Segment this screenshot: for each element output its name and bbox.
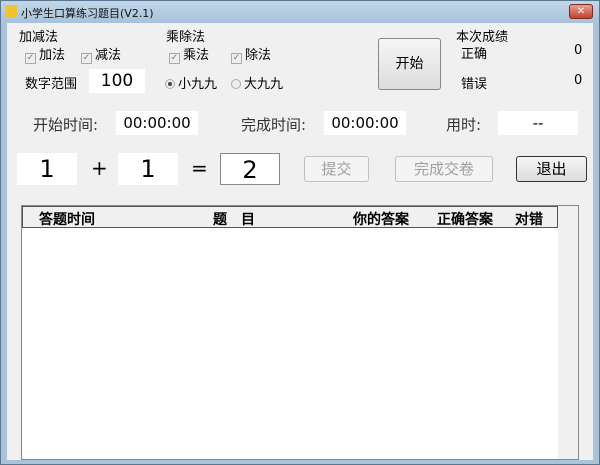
checkbox-icon: ✓ <box>231 53 242 64</box>
col-question: 题 目 <box>213 212 255 228</box>
used-time-field: -- <box>498 111 578 135</box>
start-time-label: 开始时间: <box>33 116 99 134</box>
close-button[interactable]: ✕ <box>569 4 593 19</box>
col-result: 对错 <box>515 212 543 228</box>
div-label: 除法 <box>245 48 272 63</box>
end-time-label: 完成时间: <box>241 116 307 134</box>
submit-button[interactable]: 提交 <box>304 156 369 182</box>
radio-icon <box>165 79 175 89</box>
addsub-label: 加减法 <box>19 30 59 45</box>
app-icon <box>5 5 17 17</box>
finish-button[interactable]: 完成交卷 <box>395 156 493 182</box>
client-area: 加减法 ✓ 加法 ✓ 减法 乘除法 ✓ 乘法 ✓ 除法 数字范围 100 小九九 大九九… <box>7 23 593 460</box>
small-table-label: 小九九 <box>178 77 218 92</box>
equals-sign: = <box>191 156 208 180</box>
scrollbar[interactable] <box>558 206 578 459</box>
list-header: 答题时间 题 目 你的答案 正确答案 对错 <box>22 206 558 228</box>
correct-count: 0 <box>574 43 583 58</box>
muldiv-label: 乘除法 <box>166 30 206 45</box>
add-label: 加法 <box>39 48 66 63</box>
window-title: 小学生口算练习题目(V2.1) <box>21 7 154 20</box>
checkbox-icon: ✓ <box>81 53 92 64</box>
title-bar: 小学生口算练习题目(V2.1) ✕ <box>1 1 599 23</box>
col-correct-answer: 正确答案 <box>437 212 493 228</box>
start-button[interactable]: 开始 <box>378 38 441 90</box>
wrong-count: 0 <box>574 73 583 88</box>
answer-input[interactable]: 2 <box>220 153 280 185</box>
range-input[interactable]: 100 <box>89 69 145 93</box>
col-your-answer: 你的答案 <box>353 212 409 228</box>
checkbox-icon: ✓ <box>169 53 180 64</box>
col-time: 答题时间 <box>39 212 95 228</box>
sub-label: 减法 <box>95 48 122 63</box>
results-list[interactable]: 答题时间 题 目 你的答案 正确答案 对错 <box>21 205 579 460</box>
small-table-radio[interactable]: 小九九 <box>165 73 217 92</box>
start-time-field: 00:00:00 <box>116 111 198 135</box>
used-time-label: 用时: <box>446 116 482 134</box>
wrong-label: 错误 <box>461 77 488 92</box>
operator: + <box>91 156 108 180</box>
sub-checkbox[interactable]: ✓ 减法 <box>81 44 121 64</box>
app-window: 小学生口算练习题目(V2.1) ✕ 加减法 ✓ 加法 ✓ 减法 乘除法 ✓ 乘法 ✓ 除… <box>0 0 600 465</box>
div-checkbox[interactable]: ✓ 除法 <box>231 44 271 64</box>
big-table-radio[interactable]: 大九九 <box>231 73 283 92</box>
end-time-field: 00:00:00 <box>324 111 406 135</box>
operand-a: 1 <box>17 153 77 185</box>
checkbox-icon: ✓ <box>25 53 36 64</box>
exit-button[interactable]: 退出 <box>516 156 587 182</box>
add-checkbox[interactable]: ✓ 加法 <box>25 44 65 64</box>
big-table-label: 大九九 <box>244 77 284 92</box>
mul-label: 乘法 <box>183 48 210 63</box>
operand-b: 1 <box>118 153 178 185</box>
correct-label: 正确 <box>461 47 488 62</box>
radio-icon <box>231 79 241 89</box>
range-label: 数字范围 <box>25 77 78 92</box>
mul-checkbox[interactable]: ✓ 乘法 <box>169 44 209 64</box>
